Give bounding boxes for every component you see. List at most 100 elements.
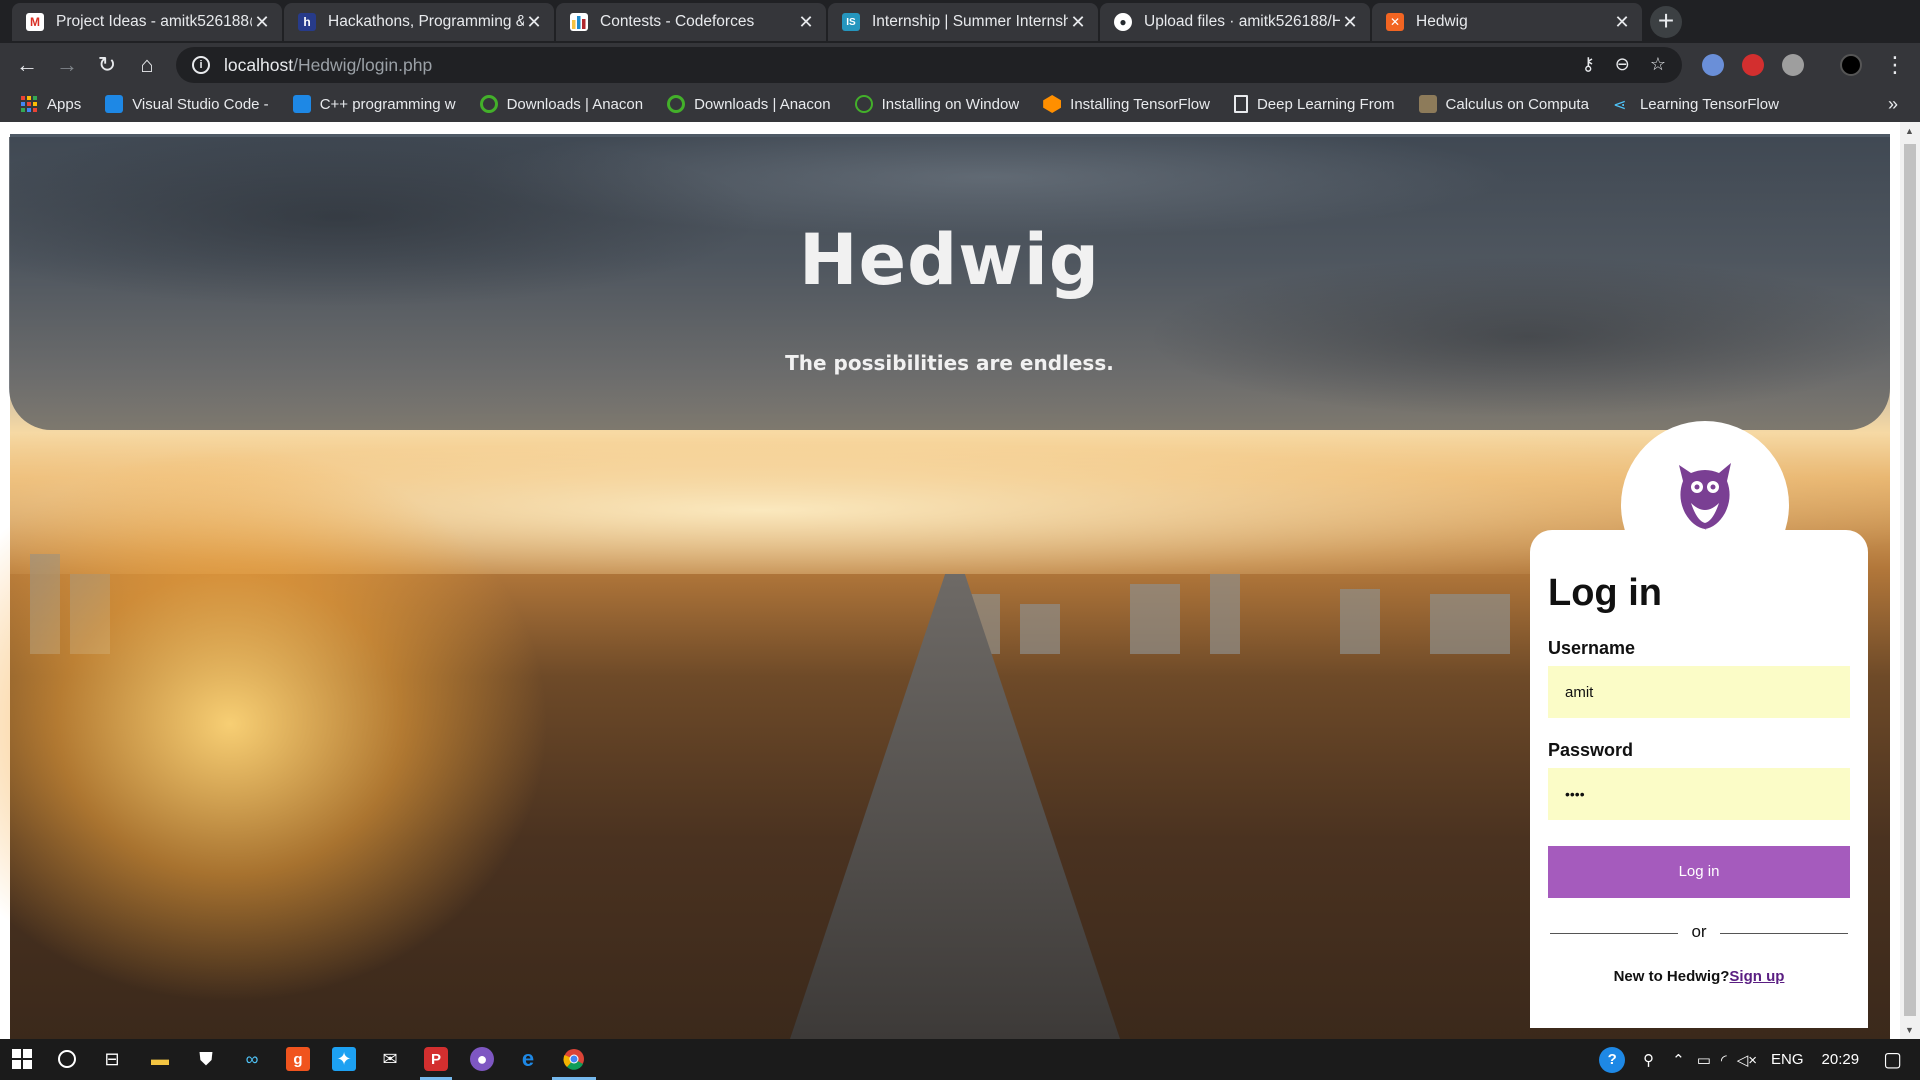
zoom-icon[interactable]: ⊖ (1615, 54, 1630, 75)
bookmark-cpp[interactable]: C++ programming w (292, 95, 456, 113)
username-value: amit (1565, 683, 1594, 701)
people-icon[interactable]: ⚲ (1643, 1051, 1654, 1069)
scrollbar-thumb[interactable] (1904, 144, 1916, 1016)
wifi-icon[interactable]: ◜ (1721, 1051, 1727, 1069)
or-label: or (1691, 922, 1707, 941)
bookmark-label: Installing TensorFlow (1070, 95, 1210, 113)
chevron-more-icon[interactable]: » (1888, 94, 1898, 115)
screen-recorder-icon[interactable]: ● (470, 1047, 494, 1071)
task-view-icon[interactable]: ⊟ (100, 1047, 124, 1071)
chevron-up-icon[interactable]: ⌃ (1672, 1051, 1685, 1069)
browser-toolbar: ← → ↻ ⌂ i localhost/Hedwig/login.php ⚷ ⊖… (0, 43, 1920, 86)
tensorflow-icon (1043, 95, 1062, 113)
bookmark-label: Learning TensorFlow (1639, 95, 1779, 113)
bookmark-installing-windows[interactable]: Installing on Window (854, 95, 1020, 113)
bookmark-calculus[interactable]: Calculus on Computa (1418, 95, 1589, 113)
tab-title: Project Ideas - amitk526188@ (56, 13, 252, 30)
language-indicator[interactable]: ENG (1771, 1051, 1804, 1068)
mail-icon[interactable]: ✉ (378, 1047, 402, 1071)
chrome-icon[interactable] (562, 1047, 586, 1071)
codeforces-icon (570, 13, 588, 31)
menu-kebab-icon[interactable]: ⋮ (1880, 50, 1910, 80)
adblock-icon[interactable] (1742, 54, 1764, 76)
bookmark-label: Apps (47, 95, 82, 113)
url-path: /Hedwig/login.php (293, 54, 433, 75)
windows-taskbar: ⊟ ▬ ⛊ ∞ g ✦ ✉ P ● e ? ⚲ ⌃ ▭ ◜ ◁× ENG 20:… (0, 1039, 1920, 1080)
tab-project-ideas[interactable]: M Project Ideas - amitk526188@ ✕ (12, 3, 282, 41)
close-icon[interactable]: ✕ (1340, 12, 1360, 32)
bookmark-label: Installing on Window (881, 95, 1020, 113)
close-icon[interactable]: ✕ (796, 12, 816, 32)
scroll-down-icon[interactable]: ▼ (1905, 1025, 1914, 1035)
tab-title: Hedwig (1416, 13, 1468, 30)
bookmark-label: Deep Learning From (1256, 95, 1395, 113)
scroll-up-icon[interactable]: ▲ (1905, 126, 1914, 136)
profile-m-icon[interactable] (1782, 54, 1804, 76)
page-scrollbar[interactable]: ▲ ▼ (1900, 122, 1920, 1039)
document-icon (1233, 95, 1248, 113)
site-info-icon[interactable]: i (192, 56, 210, 74)
signup-link[interactable]: Sign up (1729, 968, 1784, 985)
bookmark-anaconda-1[interactable]: Downloads | Anacon (479, 95, 643, 113)
avatar[interactable] (1840, 54, 1862, 76)
gmail-icon: M (26, 13, 44, 31)
extension-icon[interactable] (1702, 54, 1724, 76)
volume-muted-icon[interactable]: ◁× (1737, 1051, 1757, 1069)
bookmark-apps[interactable]: Apps (20, 95, 81, 113)
login-button[interactable]: Log in (1548, 846, 1850, 898)
tab-hedwig[interactable]: ✕ Hedwig ✕ (1372, 3, 1642, 41)
file-explorer-icon[interactable]: ▬ (148, 1047, 172, 1071)
tab-title: Upload files · amitk526188/H (1144, 13, 1340, 30)
signup-row: New to Hedwig?Sign up (1530, 968, 1868, 985)
hackerearth-icon: h (298, 13, 316, 31)
close-icon[interactable]: ✕ (252, 12, 272, 32)
bookmark-anaconda-2[interactable]: Downloads | Anacon (667, 95, 831, 113)
tab-internshala[interactable]: IS Internship | Summer Internsh ✕ (828, 3, 1098, 41)
back-icon[interactable]: ← (12, 50, 42, 80)
windows-start-icon[interactable] (10, 1047, 34, 1071)
tab-hackathons[interactable]: h Hackathons, Programming & ✕ (284, 3, 554, 41)
bookmarks-bar: Apps Visual Studio Code - C++ programmin… (0, 86, 1920, 122)
key-icon[interactable]: ⚷ (1582, 54, 1595, 75)
or-divider: or (1550, 922, 1848, 944)
p-app-icon[interactable]: P (424, 1047, 448, 1071)
login-card: Log in Username amit Password •••• Log i… (1530, 530, 1868, 1028)
tab-github[interactable]: ● Upload files · amitk526188/H ✕ (1100, 3, 1370, 41)
bookmark-deep-learning[interactable]: Deep Learning From (1233, 95, 1395, 113)
close-icon[interactable]: ✕ (524, 12, 544, 32)
store-icon[interactable]: ⛊ (194, 1047, 218, 1071)
clock[interactable]: 20:29 (1822, 1051, 1860, 1068)
edge-icon[interactable]: e (516, 1046, 540, 1071)
username-input[interactable]: amit (1548, 666, 1850, 718)
reload-icon[interactable]: ↻ (92, 50, 122, 80)
bookmark-learning-tensorflow[interactable]: ⋖ Learning TensorFlow (1613, 95, 1779, 115)
home-icon[interactable]: ⌂ (132, 50, 162, 80)
close-icon[interactable]: ✕ (1612, 12, 1632, 32)
twitter-icon[interactable]: ✦ (332, 1047, 356, 1071)
bookmark-label: C++ programming w (319, 95, 456, 113)
help-icon[interactable]: ? (1599, 1046, 1626, 1073)
new-tab-button[interactable]: + (1650, 6, 1682, 38)
battery-icon[interactable]: ▭ (1697, 1051, 1711, 1069)
g-app-icon[interactable]: g (286, 1047, 310, 1071)
password-value: •••• (1565, 786, 1585, 802)
anaconda-a-icon (854, 95, 873, 113)
password-label: Password (1548, 740, 1634, 760)
address-url[interactable]: localhost/Hedwig/login.php (224, 55, 432, 76)
hero-header: Hedwig The possibilities are endless. (9, 137, 1890, 430)
arduino-icon[interactable]: ∞ (240, 1047, 264, 1071)
address-bar[interactable]: i localhost/Hedwig/login.php ⚷ ⊖ ☆ (176, 47, 1682, 83)
bookmark-vscode[interactable]: Visual Studio Code - (105, 95, 269, 113)
notifications-icon[interactable]: ▢ (1883, 1047, 1902, 1072)
password-input[interactable]: •••• (1548, 768, 1850, 820)
forward-icon[interactable]: → (52, 50, 82, 80)
xampp-icon: ✕ (1386, 13, 1404, 31)
cortana-icon[interactable] (55, 1047, 79, 1071)
site-title: Hedwig (799, 219, 1100, 301)
bookmark-tensorflow[interactable]: Installing TensorFlow (1043, 95, 1210, 113)
bookmark-star-icon[interactable]: ☆ (1650, 54, 1666, 75)
close-icon[interactable]: ✕ (1068, 12, 1088, 32)
bookmark-label: Downloads | Anacon (694, 95, 831, 113)
tab-codeforces[interactable]: Contests - Codeforces ✕ (556, 3, 826, 41)
anaconda-icon (667, 95, 686, 113)
